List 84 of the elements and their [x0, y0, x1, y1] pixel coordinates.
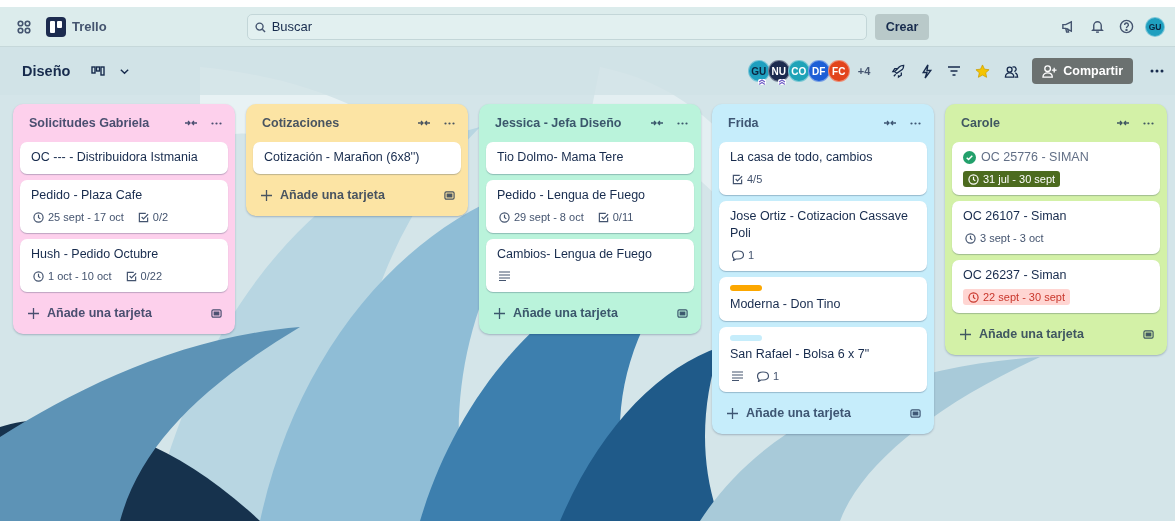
- card[interactable]: Cambios- Lengua de Fuego: [486, 239, 694, 292]
- checkbox-icon: [125, 270, 137, 282]
- plus-icon: [261, 189, 272, 201]
- card[interactable]: San Rafael - Bolsa 6 x 7" 1: [719, 327, 927, 392]
- plus-icon: [494, 307, 505, 319]
- clock-icon: [499, 211, 510, 223]
- card-title: La casa de todo, cambios: [730, 149, 873, 166]
- card-title: Hush - Pedido Octubre: [31, 246, 159, 263]
- create-button[interactable]: Crear: [874, 13, 930, 40]
- add-card-button[interactable]: Añade una tarjeta: [22, 300, 158, 326]
- card-title: Cambios- Lengua de Fuego: [497, 246, 652, 263]
- plus-icon: [28, 307, 39, 319]
- checklist-count: 0/2: [135, 209, 171, 225]
- due-date-badge[interactable]: 3 sept - 3 oct: [963, 230, 1046, 246]
- card-title: Pedido - Lengua de Fuego: [497, 187, 646, 204]
- add-card-button[interactable]: Añade una tarjeta: [954, 321, 1090, 347]
- comment-count: 1: [730, 247, 757, 263]
- search-field[interactable]: Buscar: [246, 13, 867, 40]
- card[interactable]: Moderna - Don Tino: [719, 277, 927, 321]
- card[interactable]: OC 26237 - Siman 22 sept - 30 sept: [952, 260, 1160, 313]
- search-icon: [254, 21, 266, 33]
- card[interactable]: Tio Dolmo- Mama Tere: [486, 142, 694, 174]
- card-title: OC --- - Distribuidora Istmania: [31, 149, 198, 166]
- card-title: Pedido - Plaza Cafe: [31, 187, 143, 204]
- list-title[interactable]: Jessica - Jefa Diseño: [495, 116, 639, 130]
- add-card-button[interactable]: Añade una tarjeta: [488, 300, 624, 326]
- card-title: Tio Dolmo- Mama Tere: [497, 149, 624, 166]
- add-card-button[interactable]: Añade una tarjeta: [721, 400, 857, 426]
- app-logo[interactable]: Trello: [46, 16, 107, 37]
- card[interactable]: Pedido - Lengua de Fuego 29 sept - 8 oct 0/11: [486, 180, 694, 233]
- comment-count: 1: [755, 368, 782, 384]
- user-avatar[interactable]: GU: [1145, 16, 1165, 37]
- due-date-badge[interactable]: 25 sept - 17 oct: [31, 209, 126, 225]
- card-title: San Rafael - Bolsa 6 x 7": [730, 346, 870, 363]
- clock-icon: [33, 211, 44, 223]
- add-person-icon: [1042, 63, 1058, 79]
- comment-icon: [757, 370, 769, 382]
- checklist-count: 0/22: [123, 268, 164, 284]
- plus-icon: [960, 328, 971, 340]
- checkbox-icon: [597, 211, 609, 223]
- list-title[interactable]: Cotizaciones: [262, 116, 406, 130]
- share-button[interactable]: Compartir: [1032, 58, 1133, 84]
- checkbox-icon: [732, 173, 743, 185]
- card-title: Moderna - Don Tino: [730, 296, 841, 313]
- card[interactable]: Jose Ortiz - Cotizacion Cassave Poli 1: [719, 201, 927, 271]
- board-title[interactable]: Diseño: [22, 63, 71, 79]
- card[interactable]: OC --- - Distribuidora Istmania: [20, 142, 228, 174]
- member-avatar[interactable]: GU: [747, 60, 770, 82]
- checkbox-icon: [137, 211, 149, 223]
- list-title[interactable]: Frida: [728, 116, 872, 130]
- card[interactable]: Cotización - Marañon (6x8''): [253, 142, 461, 174]
- complete-check-icon[interactable]: [963, 151, 976, 164]
- member-avatar[interactable]: NU: [767, 60, 790, 82]
- card[interactable]: OC 26107 - Siman 3 sept - 3 oct: [952, 201, 1160, 254]
- checklist-count: 4/5: [730, 171, 765, 187]
- board-logo-icon: [46, 16, 66, 37]
- list-title[interactable]: Carole: [961, 116, 1105, 130]
- due-date-badge[interactable]: 31 jul - 30 sept: [963, 171, 1061, 187]
- card-title: OC 26237 - Siman: [963, 267, 1067, 284]
- clock-icon: [968, 291, 979, 303]
- card-title: OC 26107 - Siman: [963, 208, 1067, 225]
- checklist-count: 0/11: [595, 209, 636, 225]
- member-avatar[interactable]: FC: [827, 60, 850, 82]
- card[interactable]: La casa de todo, cambios 4/5: [719, 142, 927, 195]
- member-avatar[interactable]: DF: [807, 60, 830, 82]
- due-date-badge[interactable]: 29 sept - 8 oct: [497, 209, 586, 225]
- due-date-badge[interactable]: 22 sept - 30 sept: [963, 289, 1070, 305]
- add-card-button[interactable]: Añade una tarjeta: [255, 182, 391, 208]
- comment-icon: [732, 249, 744, 261]
- plus-icon: [727, 407, 738, 419]
- card-title: OC 25776 - SIMAN: [981, 149, 1089, 166]
- more-members-count[interactable]: +4: [857, 65, 871, 77]
- card[interactable]: Hush - Pedido Octubre 1 oct - 10 oct 0/22: [20, 239, 228, 292]
- card-title: Jose Ortiz - Cotizacion Cassave Poli: [730, 208, 909, 242]
- card-title: Cotización - Marañon (6x8''): [264, 149, 420, 166]
- card[interactable]: OC 25776 - SIMAN 31 jul - 30 sept: [952, 142, 1160, 195]
- clock-icon: [33, 270, 44, 282]
- clock-icon: [968, 173, 979, 185]
- list-title[interactable]: Solicitudes Gabriela: [29, 116, 173, 130]
- card[interactable]: Pedido - Plaza Cafe 25 sept - 17 oct 0/2: [20, 180, 228, 233]
- description-icon: [499, 271, 510, 281]
- clock-icon: [965, 232, 976, 244]
- description-icon: [732, 371, 743, 381]
- due-date-badge[interactable]: 1 oct - 10 oct: [31, 268, 114, 284]
